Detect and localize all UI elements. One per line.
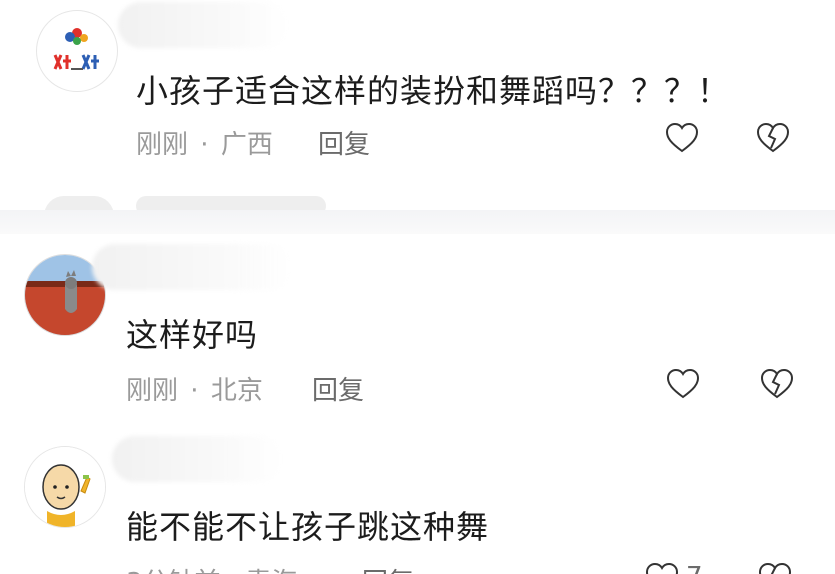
comment-meta: 3分钟前 · 青海 [126, 562, 297, 574]
broken-heart-icon[interactable] [758, 562, 792, 574]
comment-text: 能不能不让孩子跳这种舞 [126, 508, 490, 546]
reply-button[interactable]: 回复 [362, 562, 414, 574]
meta-separator: · [190, 376, 199, 406]
user-avatar[interactable] [36, 10, 118, 92]
username-blurred[interactable] [92, 244, 292, 290]
broken-heart-icon[interactable] [756, 122, 790, 154]
cutoff-avatar [44, 196, 114, 210]
comment-time: 刚刚 [136, 130, 189, 160]
comment-meta: 刚刚 · 北京 [126, 370, 263, 407]
comment-meta: 刚刚 · 广西 [136, 124, 273, 161]
comment-item: 这样好吗 刚刚 · 北京 回复 [0, 234, 835, 434]
comment-item: 能不能不让孩子跳这种舞 3分钟前 · 青海 回复 7 [0, 434, 835, 574]
heart-outline-icon[interactable] [665, 122, 699, 154]
comment-panel-top: 小孩子适合这样的装扮和舞蹈吗？？？！ 刚刚 · 广西 回复 [0, 0, 835, 210]
like-count: 7 [686, 562, 703, 574]
reply-button[interactable]: 回复 [312, 370, 364, 407]
comment-location: 北京 [210, 376, 263, 406]
comment-panel-bottom: 这样好吗 刚刚 · 北京 回复 能不能不让孩子跳这种舞 [0, 234, 835, 574]
heart-outline-icon[interactable] [645, 562, 679, 574]
username-blurred[interactable] [112, 436, 282, 482]
user-avatar[interactable] [24, 446, 106, 528]
reply-button[interactable]: 回复 [318, 124, 370, 161]
comment-time: 刚刚 [126, 376, 179, 406]
meta-separator: · [200, 130, 209, 160]
comment-text: 小孩子适合这样的装扮和舞蹈吗？？？！ [136, 72, 731, 110]
comment-item: 小孩子适合这样的装扮和舞蹈吗？？？！ 刚刚 · 广西 回复 [0, 0, 835, 210]
heart-outline-icon[interactable] [666, 368, 700, 400]
cutoff-username [136, 196, 326, 210]
comment-location: 广西 [220, 130, 273, 160]
avatar-cartoon-monk-icon [25, 447, 105, 527]
broken-heart-icon[interactable] [760, 368, 794, 400]
screenshot-divider [0, 210, 835, 234]
username-blurred[interactable] [118, 2, 288, 48]
avatar-logo-icon [53, 28, 99, 70]
comment-text: 这样好吗 [126, 316, 259, 354]
